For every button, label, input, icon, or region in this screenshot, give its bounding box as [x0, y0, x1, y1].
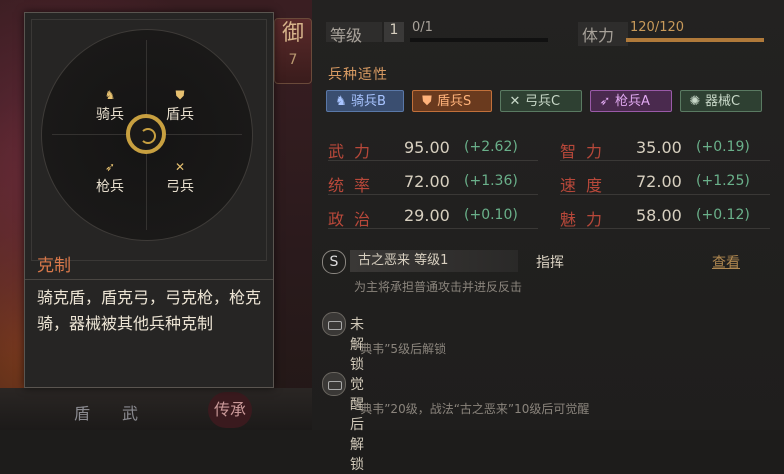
lock-icon: [322, 312, 346, 336]
defense-tab-number: 7: [288, 52, 298, 68]
bottom-item-martial[interactable]: 武: [122, 400, 138, 424]
divider: [328, 160, 538, 161]
unit-label: 骑兵: [96, 107, 124, 123]
stat-name: 速度: [560, 176, 613, 195]
inherit-button[interactable]: 传承: [208, 392, 252, 428]
defense-tab[interactable]: 御 7: [274, 18, 312, 84]
lock-icon: [322, 372, 346, 396]
locked-desc: “典韦”5级后解锁: [354, 342, 447, 356]
spear-icon: ➶: [104, 160, 116, 174]
stamina-label: 体力: [578, 22, 628, 46]
stat-row: 政治 29.00 (+0.10): [328, 206, 538, 229]
stamina-text: 120/120: [630, 20, 685, 35]
stat-bonus: (+1.36): [464, 173, 518, 189]
view-skill-link[interactable]: 查看: [712, 252, 740, 272]
exp-bar: [410, 38, 548, 42]
stat-name: 魅力: [560, 210, 613, 229]
stat-name: 统率: [328, 176, 381, 195]
skill-grade-badge: S: [322, 250, 346, 274]
bow-icon: ✕: [174, 160, 186, 174]
stat-name: 武力: [328, 142, 381, 161]
spear-icon: ➶: [599, 94, 611, 109]
unit-label: 弓兵: [166, 179, 194, 195]
exp-text: 0/1: [412, 20, 433, 35]
stat-name: 政治: [328, 210, 381, 229]
affinity-chip-shield[interactable]: ⛊ 盾兵S: [412, 90, 492, 112]
unit-cavalry: ♞ 骑兵: [80, 88, 140, 124]
stamina-bar: [626, 38, 764, 42]
stat-row: 速度 72.00 (+1.25): [560, 172, 770, 195]
chip-label: 骑兵B: [351, 94, 386, 109]
chip-label: 盾兵S: [437, 94, 472, 109]
stat-row: 智力 35.00 (+0.19): [560, 138, 770, 161]
chip-label: 枪兵A: [615, 94, 650, 109]
stat-value: 58.00: [636, 206, 682, 225]
bow-icon: ✕: [509, 94, 521, 109]
skill-name[interactable]: 古之恶来 等级1: [350, 250, 518, 272]
divider: [560, 160, 770, 161]
affinity-chip-siege[interactable]: ✺ 器械C: [680, 90, 762, 112]
stat-value: 29.00: [404, 206, 450, 225]
stat-value: 72.00: [636, 172, 682, 191]
chip-label: 弓兵C: [525, 94, 561, 109]
locked-desc: “典韦”20级，战法“古之恶来”10级后可觉醒: [354, 402, 590, 416]
counter-title: 克制: [37, 256, 71, 276]
skill-desc: 为主将承担普通攻击并进反反击: [354, 280, 523, 294]
locked-title: 觉醒后解锁: [350, 377, 364, 473]
unit-label: 枪兵: [96, 179, 124, 195]
divider: [560, 228, 770, 229]
affinity-chip-cavalry[interactable]: ♞ 骑兵B: [326, 90, 404, 112]
level-label: 等级: [326, 22, 382, 45]
shield-icon: ⛊: [422, 94, 432, 109]
unit-label: 盾兵: [166, 107, 194, 123]
hero-detail-panel: 等级 1 0/1 体力 120/120 兵种适性 ♞ 骑兵B ⛊ 盾兵S ✕ 弓兵C …: [312, 0, 784, 473]
divider: [328, 194, 538, 195]
affinity-title: 兵种适性: [328, 67, 388, 83]
counter-tooltip: ♞ 骑兵 ⛊ 盾兵 ➶ 枪兵 ✕ 弓兵 克制 骑克盾，盾克弓，弓克枪，枪克骑，器械被其他…: [24, 12, 274, 388]
bottom-bar: 盾 武 传承: [0, 388, 320, 430]
divider: [560, 194, 770, 195]
stat-value: 35.00: [636, 138, 682, 157]
defense-tab-char: 御: [281, 21, 304, 46]
bottom-item-shield[interactable]: 盾: [74, 400, 90, 424]
unit-shield: ⛊ 盾兵: [150, 88, 210, 124]
cavalry-icon: ♞: [335, 94, 347, 109]
stat-row: 统率 72.00 (+1.36): [328, 172, 538, 195]
shield-icon: ⛊: [175, 88, 185, 102]
chip-label: 器械C: [705, 94, 741, 109]
counter-description: 骑克盾，盾克弓，弓克枪，枪克骑，器械被其他兵种克制: [37, 288, 262, 333]
stat-value: 72.00: [404, 172, 450, 191]
unit-spear: ➶ 枪兵: [80, 160, 140, 196]
unit-bow: ✕ 弓兵: [150, 160, 210, 196]
stat-value: 95.00: [404, 138, 450, 157]
level-value: 1: [384, 22, 404, 42]
divider: [25, 279, 273, 280]
stat-bonus: (+0.19): [696, 139, 750, 155]
stat-row: 魅力 58.00 (+0.12): [560, 206, 770, 229]
affinity-chip-spear[interactable]: ➶ 枪兵A: [590, 90, 672, 112]
siege-icon: ✺: [689, 94, 701, 109]
stat-name: 智力: [560, 142, 613, 161]
stat-bonus: (+0.10): [464, 207, 518, 223]
stat-bonus: (+0.12): [696, 207, 750, 223]
affinity-chip-bow[interactable]: ✕ 弓兵C: [500, 90, 582, 112]
counter-wheel: ♞ 骑兵 ⛊ 盾兵 ➶ 枪兵 ✕ 弓兵: [41, 29, 253, 241]
skill-type: 指挥: [536, 255, 564, 271]
divider: [328, 228, 538, 229]
cavalry-icon: ♞: [104, 88, 116, 102]
stat-row: 武力 95.00 (+2.62): [328, 138, 538, 161]
stat-bonus: (+1.25): [696, 173, 750, 189]
stat-bonus: (+2.62): [464, 139, 518, 155]
